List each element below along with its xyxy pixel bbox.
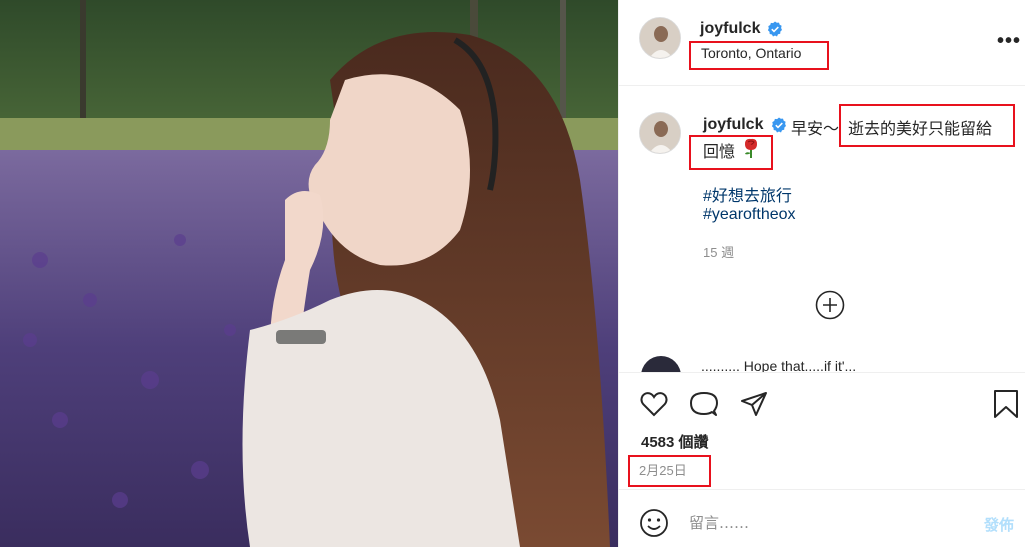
post-comment-button[interactable]: 發佈 [984,514,1014,535]
avatar-image [640,113,680,153]
post-details-panel: joyfulck Toronto, Ontario ••• joyfulck 早… [618,0,1025,547]
avatar-image [640,18,680,58]
hashtag-link[interactable]: #好想去旅行 [703,182,792,206]
bookmark-icon[interactable] [991,389,1021,419]
likes-count[interactable]: 4583 個讚 [641,431,709,452]
post-header: joyfulck Toronto, Ontario ••• [619,0,1025,86]
hashtag-link[interactable]: #yearoftheox [703,206,796,224]
partial-comment: .......... Hope that.....if it'... [639,356,1019,372]
caption-line2-highlight-box [689,135,773,170]
post-photo-image [0,0,618,547]
paper-plane-icon[interactable] [739,389,769,419]
comment-input[interactable] [689,512,939,534]
comment-bar: 發佈 [619,489,1025,547]
post-actions: 4583 個讚 2月25日 [619,372,1025,489]
caption-highlight-box [839,104,1015,147]
caption-text-part1: 早安～ [791,121,840,138]
caption-avatar[interactable] [639,112,681,154]
commenter-avatar[interactable] [641,356,681,372]
more-options-button[interactable]: ••• [997,30,1021,53]
verified-badge-icon [767,21,782,37]
location-highlight-box [689,41,829,70]
smiley-icon[interactable] [639,508,669,538]
partial-comment-text: .......... Hope that.....if it'... [701,358,857,372]
avatar[interactable] [639,17,681,59]
plus-circle-icon[interactable] [815,290,845,320]
comment-bubble-icon[interactable] [689,389,719,419]
verified-badge-icon [771,117,786,133]
username[interactable]: joyfulck [700,20,760,38]
caption-username[interactable]: joyfulck [703,116,763,134]
post-photo[interactable] [0,0,618,547]
date-highlight-box [628,455,711,487]
heart-icon[interactable] [639,389,669,419]
caption-time-ago: 15 週 [703,245,735,260]
